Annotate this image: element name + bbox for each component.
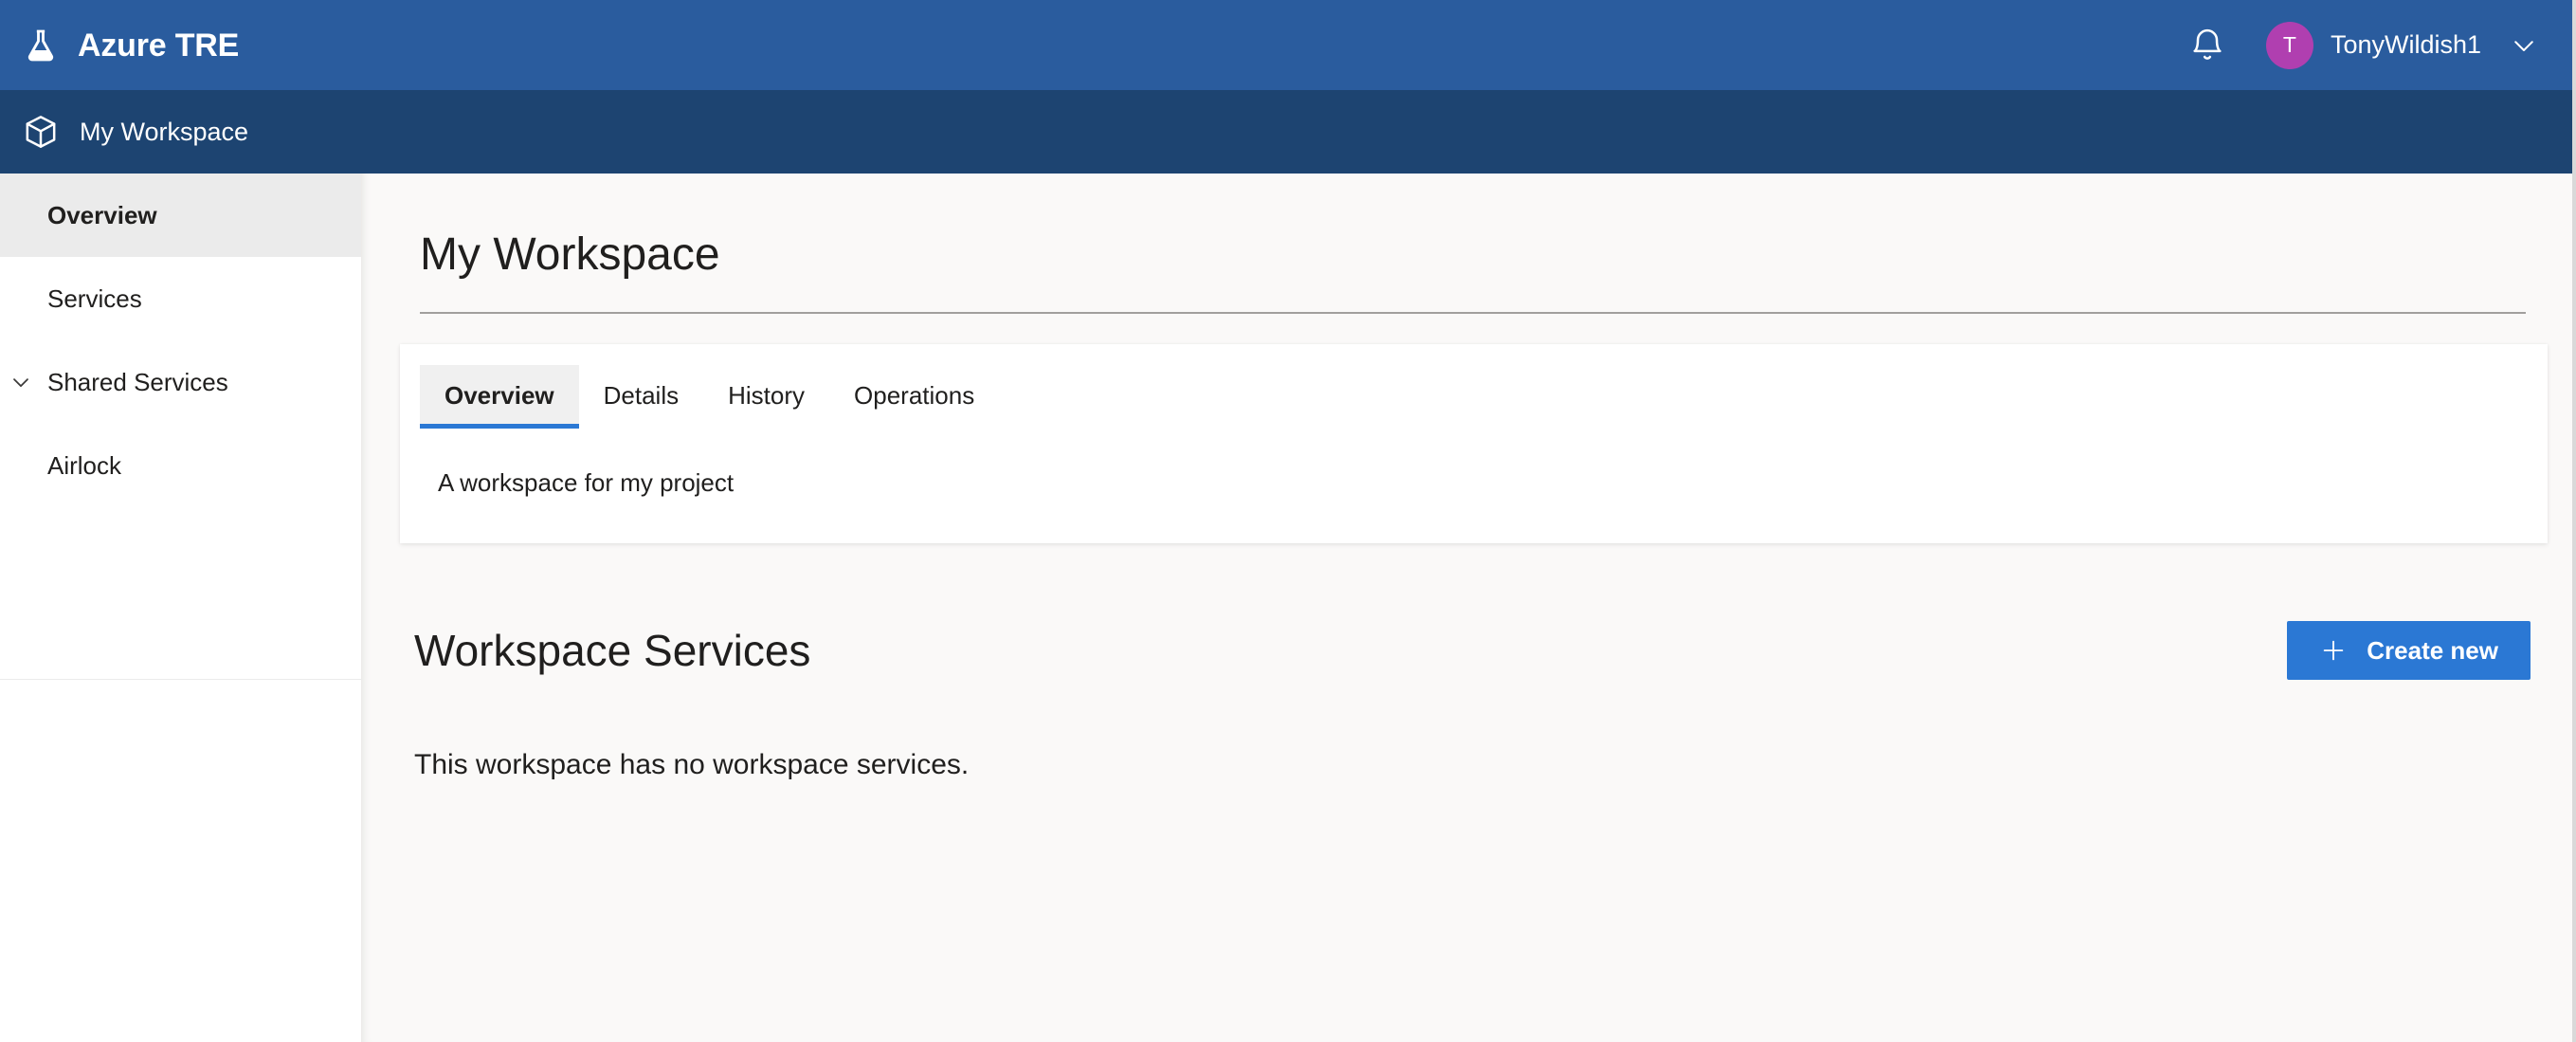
browser-right-edge <box>2572 0 2576 1042</box>
tab-bar: Overview Details History Operations <box>400 344 2548 429</box>
brand[interactable]: Azure TRE <box>21 26 239 65</box>
workspace-services-header: Workspace Services Create new <box>362 593 2576 708</box>
main-content: My Workspace Overview Details History Op… <box>362 174 2576 1042</box>
title-divider <box>420 312 2526 314</box>
user-menu[interactable]: T TonyWildish1 <box>2265 21 2540 69</box>
tab-panel-overview: A workspace for my project <box>400 429 2548 543</box>
sidebar-item-shared-services[interactable]: Shared Services <box>0 340 361 424</box>
sidebar-item-label: Services <box>47 283 142 313</box>
brand-title: Azure TRE <box>78 27 240 64</box>
breadcrumb: My Workspace <box>0 90 2576 174</box>
page-title: My Workspace <box>420 229 720 280</box>
section-title: Workspace Services <box>414 625 811 675</box>
bell-icon[interactable] <box>2181 19 2234 72</box>
tab-label: Overview <box>444 381 554 410</box>
top-header-bar: Azure TRE T TonyWildish1 <box>0 0 2576 90</box>
sidebar-divider <box>0 679 362 680</box>
sidebar-item-overview[interactable]: Overview <box>0 174 361 257</box>
workspace-description: A workspace for my project <box>438 467 735 497</box>
plus-icon <box>2319 636 2348 665</box>
tab-history[interactable]: History <box>703 365 829 429</box>
sidebar-item-label: Shared Services <box>47 367 228 396</box>
cube-icon <box>21 112 61 152</box>
sidebar-item-label: Airlock <box>47 450 122 480</box>
chevron-down-icon[interactable] <box>6 367 36 397</box>
workspace-info-card: Overview Details History Operations A wo… <box>400 344 2548 543</box>
create-new-label: Create new <box>2367 635 2498 665</box>
tab-overview[interactable]: Overview <box>420 365 579 429</box>
create-new-button[interactable]: Create new <box>2287 620 2531 680</box>
avatar: T <box>2265 21 2313 69</box>
user-name: TonyWildish1 <box>2330 30 2481 59</box>
tab-label: Operations <box>854 381 975 410</box>
tab-operations[interactable]: Operations <box>829 365 999 429</box>
sidebar-item-services[interactable]: Services <box>0 257 361 340</box>
tab-label: History <box>728 381 806 410</box>
app-root: Azure TRE T TonyWildish1 My Workspace Ov… <box>0 0 2576 1042</box>
empty-state-message: This workspace has no workspace services… <box>414 749 970 781</box>
sidebar-item-label: Overview <box>47 200 157 229</box>
chevron-down-icon[interactable] <box>2508 29 2540 62</box>
sidebar-item-airlock[interactable]: Airlock <box>0 424 361 507</box>
tab-label: Details <box>603 381 680 410</box>
top-header-right: T TonyWildish1 <box>2181 19 2540 72</box>
tab-details[interactable]: Details <box>579 365 703 429</box>
sidebar-nav-list: Overview Services Shared Services Airloc… <box>0 174 361 507</box>
breadcrumb-label[interactable]: My Workspace <box>80 119 248 145</box>
sidebar: Overview Services Shared Services Airloc… <box>0 174 362 1042</box>
flask-icon <box>21 26 61 65</box>
